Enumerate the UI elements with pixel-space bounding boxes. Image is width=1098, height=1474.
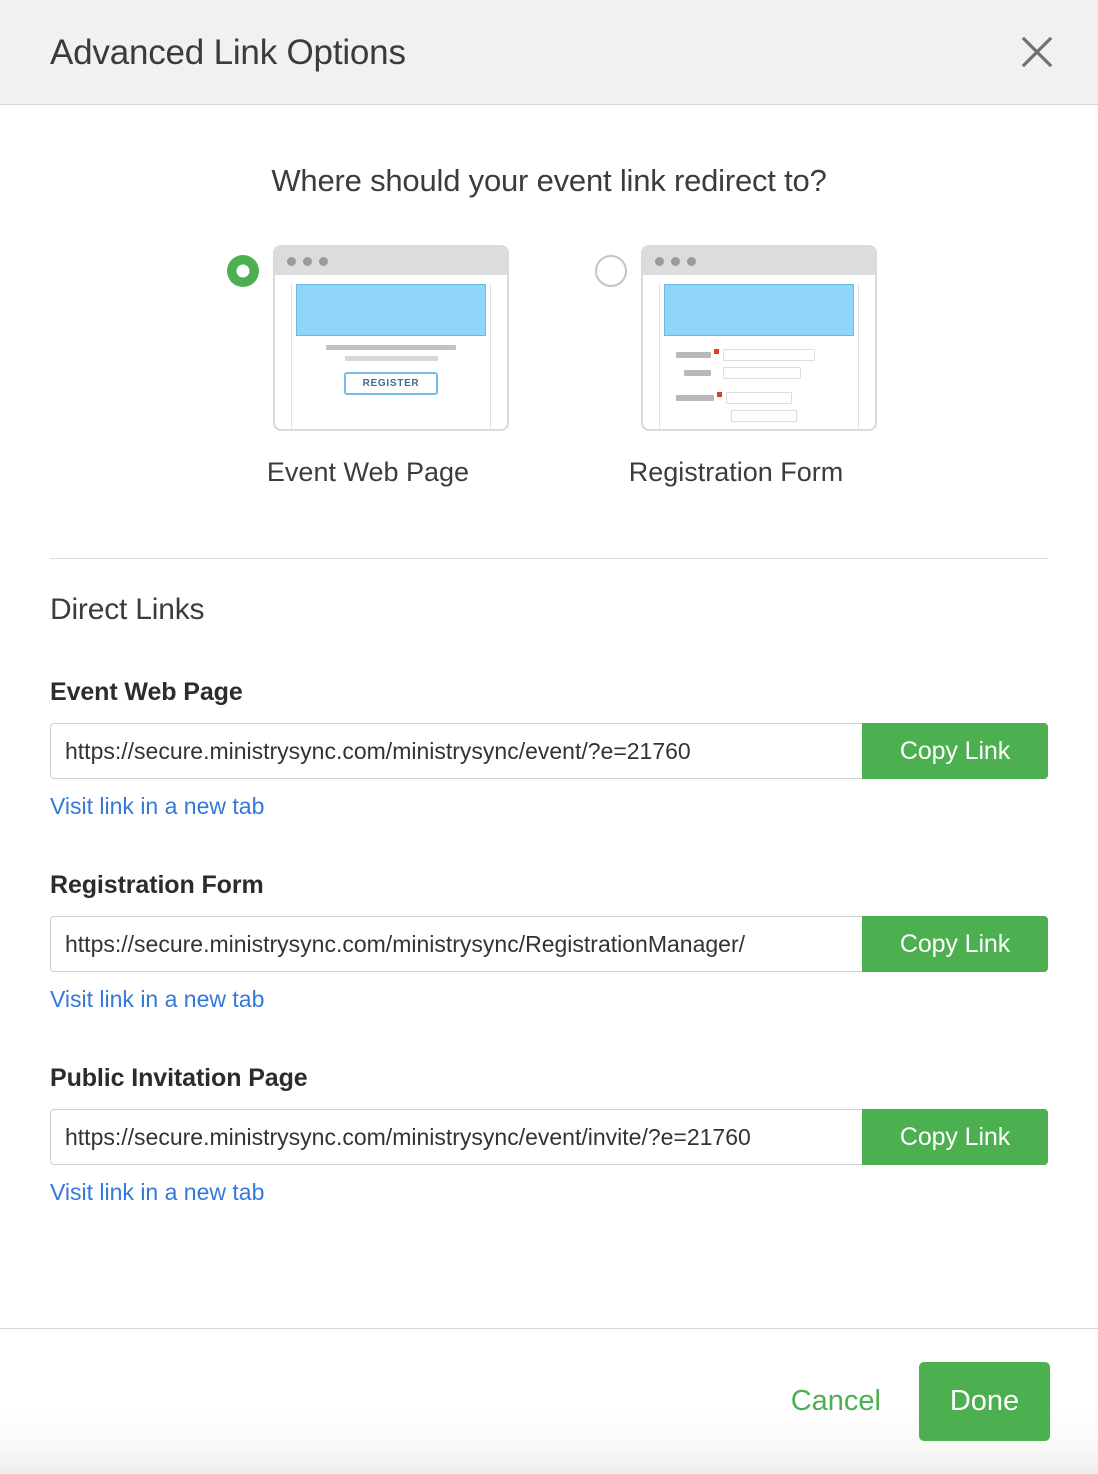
section-divider [50,558,1048,559]
choice-event-web-page[interactable]: REGISTER Event Web Page [227,245,509,488]
visit-link-public-invitation-page[interactable]: Visit link in a new tab [50,1179,264,1206]
required-marker-placeholder [714,367,719,372]
copy-link-button-event-web-page[interactable]: Copy Link [862,723,1048,779]
preview-field-box [723,349,815,361]
preview-left-gutter [275,284,292,429]
preview-left-gutter [643,284,660,429]
link-label-registration-form: Registration Form [50,871,264,899]
preview-field-box [731,410,797,422]
link-input-row: Copy Link [50,916,1048,972]
url-input-registration-form[interactable] [50,916,862,972]
preview-text-line [344,356,438,361]
copy-link-button-registration-form[interactable]: Copy Link [862,916,1048,972]
choice-label-event-web-page: Event Web Page [266,457,470,487]
preview-field-label [676,352,711,358]
preview-form-row [676,349,848,361]
link-group-event-web-page: Event Web Page Copy Link Visit link in a… [50,678,1048,820]
preview-field-label [684,370,711,376]
redirect-question: Where should your event link redirect to… [271,163,827,198]
thumbnail-registration-form[interactable] [641,245,877,431]
link-input-row: Copy Link [50,723,1048,779]
redirect-choice-group: REGISTER Event Web Page Registration For… [50,245,1048,488]
dialog-footer: Cancel Done [0,1328,1098,1474]
required-marker-icon [717,392,722,397]
choice-registration-form[interactable]: Registration Form [595,245,877,488]
link-input-row: Copy Link [50,1109,1048,1165]
copy-link-button-public-invitation-page[interactable]: Copy Link [862,1109,1048,1165]
direct-links-heading: Direct Links [50,593,205,626]
link-label-public-invitation-page: Public Invitation Page [50,1064,308,1092]
preview-field-box [726,392,792,404]
browser-viewport [643,275,875,429]
dialog-header: Advanced Link Options [0,0,1098,105]
browser-chrome-bar [643,247,875,275]
required-marker-icon [714,349,719,354]
choice-label-registration-form: Registration Form [628,457,844,487]
thumbnail-event-web-page[interactable]: REGISTER [273,245,509,431]
visit-link-registration-form[interactable]: Visit link in a new tab [50,986,264,1013]
link-label-event-web-page: Event Web Page [50,678,243,706]
preview-right-gutter [858,284,875,429]
radio-event-web-page[interactable] [227,255,259,287]
url-input-event-web-page[interactable] [50,723,862,779]
browser-viewport: REGISTER [275,275,507,429]
visit-link-event-web-page[interactable]: Visit link in a new tab [50,793,264,820]
preview-hero-banner [296,284,486,336]
preview-field-label [676,395,714,401]
preview-register-button: REGISTER [344,372,438,395]
preview-text-line [326,345,456,350]
url-input-public-invitation-page[interactable] [50,1109,862,1165]
preview-form-rows [664,345,854,422]
advanced-link-options-dialog: Advanced Link Options Where should your … [0,0,1098,1474]
browser-dot-icon [303,256,312,266]
radio-registration-form[interactable] [595,255,627,287]
browser-dot-icon [287,256,296,266]
preview-form-row [676,410,848,422]
done-button[interactable]: Done [919,1362,1050,1441]
preview-form-row [676,392,848,404]
preview-hero-banner [664,284,854,336]
close-icon[interactable] [1010,25,1064,79]
link-group-public-invitation-page: Public Invitation Page Copy Link Visit l… [50,1064,1048,1206]
browser-dot-icon [319,256,328,266]
close-icon-glyph [1021,36,1053,68]
choice-registration-form-row [595,245,877,431]
link-group-registration-form: Registration Form Copy Link Visit link i… [50,871,1048,1013]
preview-right-gutter [490,284,507,429]
preview-content: REGISTER [292,284,490,429]
preview-field-box [723,367,801,379]
browser-dot-icon [671,256,680,266]
dialog-title: Advanced Link Options [50,32,406,72]
browser-chrome-bar [275,247,507,275]
browser-dot-icon [655,256,664,266]
dialog-body: Where should your event link redirect to… [0,105,1098,1328]
browser-dot-icon [687,256,696,266]
preview-form-row [676,367,848,379]
cancel-button[interactable]: Cancel [787,1375,885,1428]
preview-content [660,284,858,429]
choice-event-web-page-row: REGISTER [227,245,509,431]
